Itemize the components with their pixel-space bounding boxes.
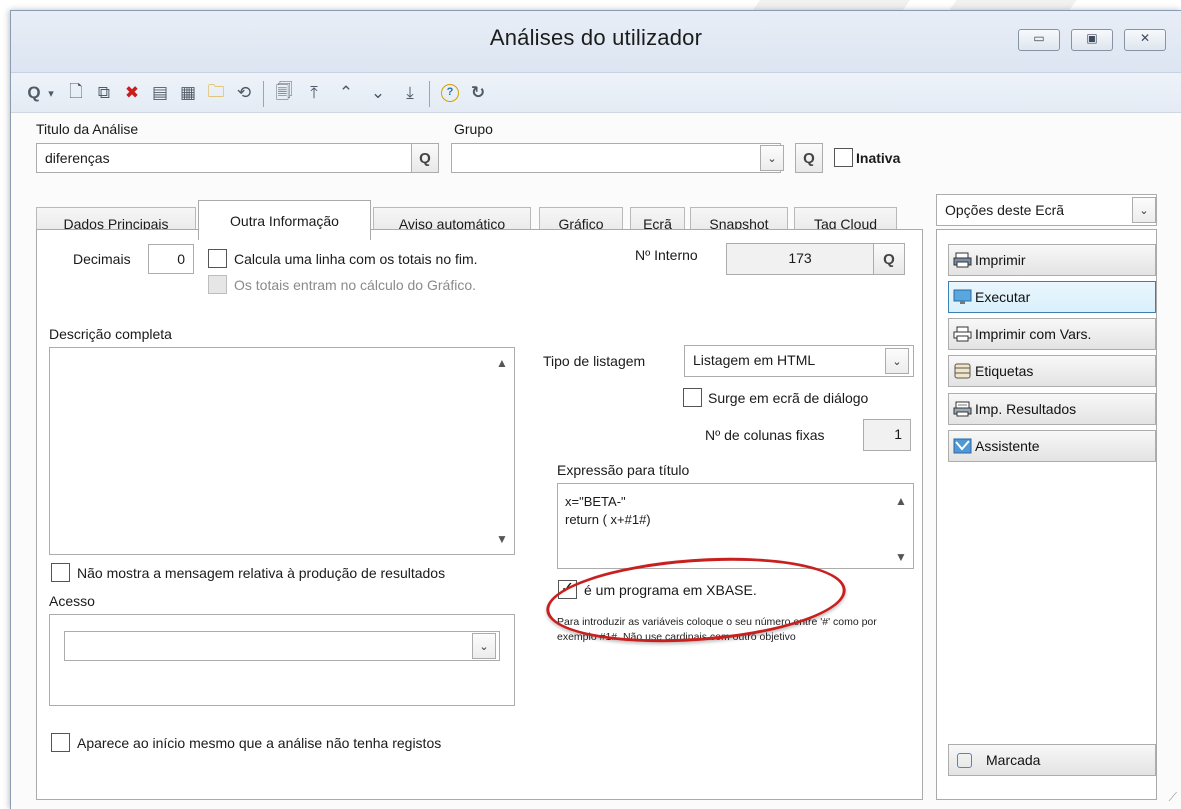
imprimir-label: Imprimir: [975, 252, 1026, 268]
maximize-icon: ▣: [1086, 31, 1098, 45]
minimize-button[interactable]: ▭: [1018, 29, 1060, 51]
copy-document-icon[interactable]: ⧉: [91, 79, 117, 107]
imprimir-button[interactable]: Imprimir: [948, 244, 1156, 276]
scroll-down-icon[interactable]: ▼: [895, 550, 907, 564]
colunas-fixas-value: 1: [863, 419, 911, 451]
window-title: Análises do utilizador: [489, 25, 703, 50]
executar-label: Executar: [975, 289, 1031, 305]
descricao-label: Descrição completa: [49, 326, 172, 342]
scroll-up-icon[interactable]: ▲: [496, 356, 508, 370]
maximize-button[interactable]: ▣: [1071, 29, 1113, 51]
n-interno-label: Nº Interno: [635, 247, 698, 263]
nao-mostra-label: Não mostra a mensagem relativa à produçã…: [77, 565, 446, 581]
toolbar-separator: [429, 81, 430, 107]
printer-icon: [953, 252, 973, 268]
toolbar-separator: [263, 81, 264, 107]
close-icon: ✕: [1139, 31, 1151, 45]
expressao-label: Expressão para título: [557, 462, 690, 478]
titulo-lookup-button[interactable]: Q: [411, 143, 439, 173]
executar-button[interactable]: Executar: [948, 281, 1156, 313]
help-glyph: ?: [441, 84, 459, 102]
titulo-label: Titulo da Análise: [36, 121, 139, 137]
help-icon[interactable]: ?: [437, 79, 463, 107]
titulo-input[interactable]: diferenças: [36, 143, 412, 173]
imprimir-com-vars-button[interactable]: Imprimir com Vars.: [948, 318, 1156, 350]
previous-record-icon[interactable]: ⌃: [333, 79, 359, 107]
acesso-label: Acesso: [49, 593, 95, 609]
etiquetas-label: Etiquetas: [975, 363, 1034, 379]
printer-icon: [953, 326, 973, 342]
scroll-up-icon[interactable]: ▲: [895, 494, 907, 508]
imprimir-com-vars-label: Imprimir com Vars.: [975, 326, 1092, 342]
marcada-label: Marcada: [986, 752, 1041, 768]
print-results-icon: [953, 401, 973, 417]
n-interno-lookup-button[interactable]: Q: [873, 243, 905, 275]
totais-grafico-checkbox[interactable]: [208, 275, 227, 294]
chevron-down-icon[interactable]: ⌄: [885, 348, 909, 374]
minimize-icon: ▭: [1033, 31, 1045, 45]
nao-mostra-checkbox[interactable]: [51, 563, 70, 582]
grupo-label: Grupo: [454, 121, 493, 137]
close-button[interactable]: ✕: [1124, 29, 1166, 51]
preview-icon[interactable]: 🗐: [271, 79, 297, 107]
calcula-totais-label: Calcula uma linha com os totais no fim.: [234, 251, 478, 267]
dropdown-arrow-icon[interactable]: ▾: [43, 79, 59, 107]
marcada-button[interactable]: Marcada: [948, 744, 1156, 776]
next-record-icon[interactable]: ⌄: [365, 79, 391, 107]
new-document-icon[interactable]: 🗋: [63, 79, 89, 107]
etiquetas-button[interactable]: Etiquetas: [948, 355, 1156, 387]
imp-resultados-button[interactable]: Imp. Resultados: [948, 393, 1156, 425]
refresh-icon[interactable]: ⟲: [231, 79, 257, 107]
expressao-line-2: return ( x+#1#): [565, 512, 651, 527]
marcada-checkbox-icon: [957, 753, 972, 768]
chevron-down-icon[interactable]: ⌄: [472, 633, 496, 659]
find-folder-icon[interactable]: 🗀: [203, 79, 229, 107]
surge-dialogo-label: Surge em ecrã de diálogo: [708, 390, 869, 406]
tipo-listagem-select[interactable]: Listagem em HTML: [684, 345, 914, 377]
first-record-icon[interactable]: ⤒: [301, 79, 327, 107]
aparece-inicio-label: Aparece ao início mesmo que a análise nã…: [77, 735, 442, 751]
chevron-down-icon[interactable]: ⌄: [1132, 197, 1156, 223]
analises-window: Análises do utilizador ▭ ▣ ✕ Q ▾ 🗋 ⧉ ✖ ▤…: [10, 10, 1181, 809]
tab-outra-informacao[interactable]: Outra Informação: [198, 200, 371, 240]
assistente-button[interactable]: Assistente: [948, 430, 1156, 462]
imp-resultados-label: Imp. Resultados: [975, 401, 1077, 417]
grupo-lookup-button[interactable]: Q: [795, 143, 823, 173]
toolbar: Q ▾ 🗋 ⧉ ✖ ▤ ▦ 🗀 ⟲ 🗐 ⤒ ⌃ ⌄ ⤓ ? ↻: [11, 73, 1181, 113]
aparece-inicio-checkbox[interactable]: [51, 733, 70, 752]
delete-icon[interactable]: ✖: [119, 79, 145, 107]
n-interno-value: 173: [726, 243, 874, 275]
acesso-select[interactable]: [64, 631, 500, 661]
grupo-input[interactable]: [451, 143, 781, 173]
colunas-fixas-label: Nº de colunas fixas: [705, 427, 825, 443]
resize-grip-icon[interactable]: ⟋: [1169, 790, 1177, 805]
monitor-icon: [953, 289, 973, 305]
last-record-icon[interactable]: ⤓: [397, 79, 423, 107]
sidebar-panel: [936, 229, 1157, 800]
wizard-icon: [953, 438, 973, 454]
decimais-input[interactable]: 0: [148, 244, 194, 274]
decimais-label: Decimais: [73, 251, 131, 267]
reload-icon[interactable]: ↻: [465, 79, 491, 107]
surge-dialogo-checkbox[interactable]: [683, 388, 702, 407]
list-icon[interactable]: ▤: [147, 79, 173, 107]
labels-icon: [953, 363, 973, 379]
descricao-textarea[interactable]: ▲ ▼: [49, 347, 515, 555]
scroll-down-icon[interactable]: ▼: [496, 532, 508, 546]
expressao-line-1: x="BETA-": [565, 494, 626, 509]
grupo-combo-arrow[interactable]: ⌄: [760, 145, 784, 171]
calcula-totais-checkbox[interactable]: [208, 249, 227, 268]
grid-icon[interactable]: ▦: [175, 79, 201, 107]
totais-grafico-label: Os totais entram no cálculo do Gráfico.: [234, 277, 476, 293]
tipo-listagem-label: Tipo de listagem: [543, 353, 646, 369]
assistente-label: Assistente: [975, 438, 1040, 454]
inativa-label: Inativa: [856, 150, 901, 166]
title-bar: Análises do utilizador ▭ ▣ ✕: [11, 11, 1181, 73]
opcoes-ecra-select[interactable]: Opções deste Ecrã: [936, 194, 1157, 226]
expressao-textarea[interactable]: x="BETA-" return ( x+#1#) ▲ ▼: [557, 483, 914, 569]
inativa-checkbox[interactable]: [834, 148, 853, 167]
acesso-box: ⌄: [49, 614, 515, 706]
